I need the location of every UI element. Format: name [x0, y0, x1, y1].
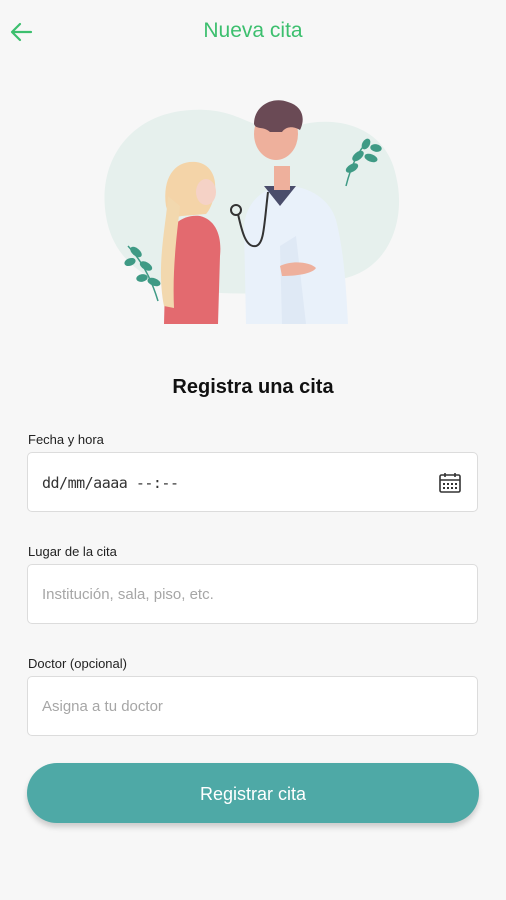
lugar-field-container [27, 564, 478, 624]
form-heading: Registra una cita [172, 376, 334, 398]
doctor-field-container [27, 676, 478, 736]
registrar-cita-button[interactable]: Registrar cita [27, 763, 479, 823]
lugar-input[interactable] [28, 565, 477, 623]
lugar-label: Lugar de la cita [28, 544, 117, 559]
doctor-input[interactable] [28, 677, 477, 735]
doctor-label: Doctor (opcional) [28, 656, 127, 671]
datetime-value: dd/mm/aaaa --:-- [42, 474, 179, 492]
page-title: Nueva cita [203, 19, 303, 42]
doctor-patient-illustration [104, 100, 400, 324]
app-header: Nueva cita [0, 0, 506, 64]
calendar-icon[interactable] [438, 472, 462, 494]
datetime-field[interactable]: dd/mm/aaaa --:-- [27, 452, 478, 512]
fecha-label: Fecha y hora [28, 432, 104, 447]
